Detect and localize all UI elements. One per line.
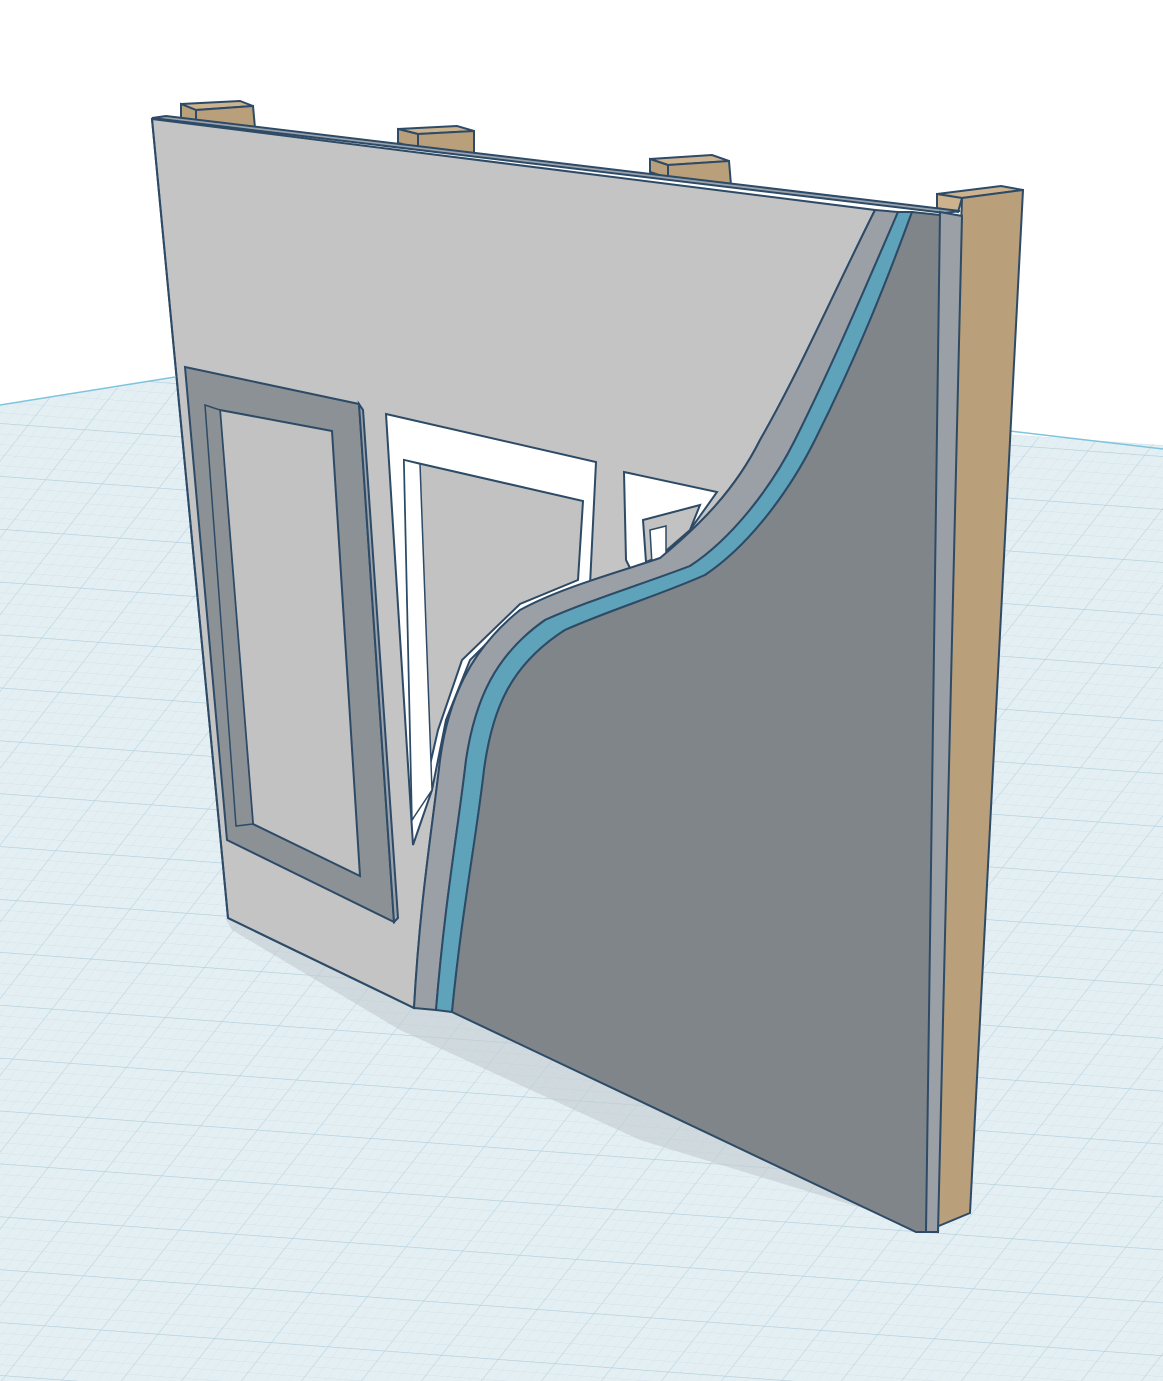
3d-viewport[interactable] bbox=[0, 0, 1163, 1381]
workplane-scene[interactable] bbox=[0, 0, 1163, 1381]
